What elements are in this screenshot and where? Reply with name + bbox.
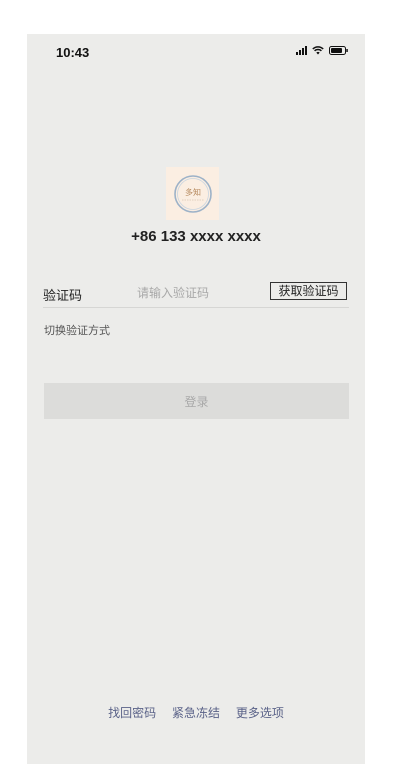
login-button[interactable]: 登录 [44, 383, 349, 419]
wifi-icon [312, 46, 324, 55]
app-logo: 多知 [166, 167, 219, 220]
phone-screen: 10:43 多知 +86 133 xxxx xxxx 验证码 请输入验证码 获取… [27, 34, 365, 764]
recover-password-link[interactable]: 找回密码 [108, 706, 156, 720]
status-bar: 10:43 [27, 34, 365, 70]
verification-code-row: 验证码 获取验证码 [43, 281, 349, 308]
battery-icon [329, 46, 348, 55]
verification-code-input[interactable] [137, 283, 257, 303]
logo-text: 多知 [185, 187, 201, 197]
more-options-link[interactable]: 更多选项 [236, 706, 284, 720]
signal-icon [296, 46, 307, 55]
code-label: 验证码 [43, 289, 83, 304]
footer-links: 找回密码 紧急冻结 更多选项 [27, 704, 365, 721]
status-time: 10:43 [56, 45, 90, 60]
switch-verification-method-link[interactable]: 切换验证方式 [44, 322, 110, 338]
emergency-freeze-link[interactable]: 紧急冻结 [172, 706, 220, 720]
status-icons [296, 46, 348, 55]
phone-number: +86 133 xxxx xxxx [131, 228, 261, 245]
get-code-button[interactable]: 获取验证码 [270, 282, 347, 300]
